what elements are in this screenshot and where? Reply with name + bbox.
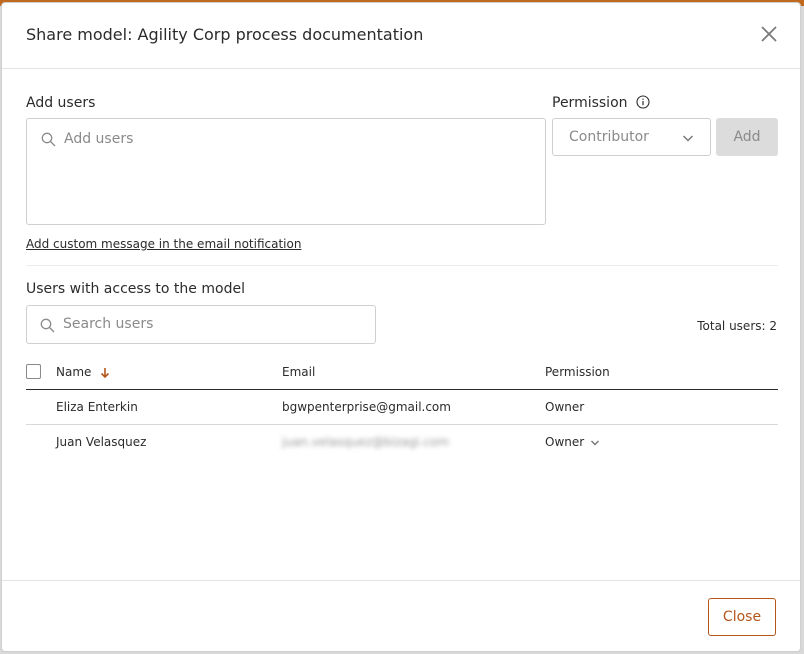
user-permission-dropdown[interactable]: Owner (545, 435, 600, 449)
permission-label: Permission (552, 95, 650, 111)
permission-select[interactable]: Contributor (552, 118, 711, 156)
dialog-header: Share model: Agility Corp process docume… (2, 3, 800, 69)
user-name: Juan Velasquez (56, 435, 147, 449)
add-users-input[interactable]: Add users (26, 118, 546, 225)
footer-divider (2, 580, 800, 581)
user-email: bgwpenterprise@gmail.com (282, 400, 451, 414)
row-divider (26, 424, 778, 425)
custom-message-link[interactable]: Add custom message in the email notifica… (26, 237, 301, 251)
info-icon[interactable] (636, 95, 650, 109)
search-icon (41, 132, 56, 147)
column-header-name[interactable]: Name (56, 365, 91, 379)
add-users-placeholder: Add users (64, 131, 134, 147)
close-button[interactable]: Close (708, 598, 776, 636)
add-users-label: Add users (26, 95, 96, 111)
access-heading: Users with access to the model (26, 281, 245, 297)
user-permission: Owner (545, 400, 585, 414)
select-all-checkbox[interactable] (26, 364, 41, 379)
user-name: Eliza Enterkin (56, 400, 138, 414)
add-button[interactable]: Add (716, 118, 778, 156)
column-header-email: Email (282, 365, 316, 379)
total-users-count: Total users: 2 (697, 319, 777, 333)
search-users-input[interactable]: Search users (26, 305, 376, 344)
close-icon[interactable] (760, 25, 778, 43)
sort-down-arrow-icon[interactable] (100, 367, 110, 379)
chevron-down-icon (590, 439, 600, 446)
section-divider (26, 265, 778, 266)
chevron-down-icon (682, 135, 694, 142)
table-header-divider (26, 389, 778, 390)
dialog-title: Share model: Agility Corp process docume… (26, 25, 424, 44)
search-icon (40, 318, 55, 333)
user-permission: Owner (545, 435, 585, 449)
user-email-blurred: juan.velasquez@bizagi.com (282, 435, 450, 449)
search-users-placeholder: Search users (63, 316, 154, 332)
permission-label-text: Permission (552, 95, 628, 111)
permission-selected-value: Contributor (569, 129, 649, 145)
share-model-dialog: Share model: Agility Corp process docume… (1, 2, 801, 652)
column-header-permission: Permission (545, 365, 610, 379)
